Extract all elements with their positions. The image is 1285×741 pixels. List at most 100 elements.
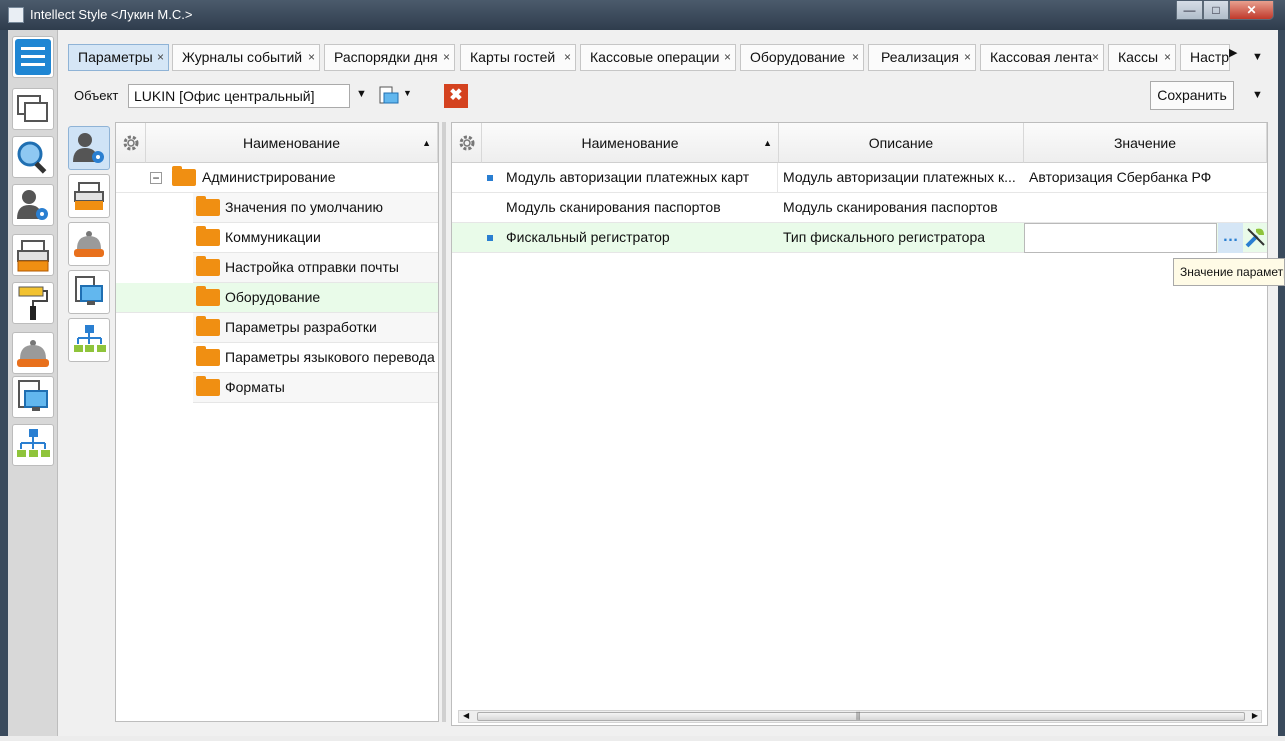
wrench-icon [1245,228,1265,248]
menu-icon [15,39,51,75]
tab-close-icon[interactable]: × [1164,45,1171,70]
tree-item[interactable]: Параметры разработки [193,313,438,343]
monitor-icon [18,380,48,411]
nav-user-settings[interactable] [12,184,54,226]
tab-close-icon[interactable]: × [564,45,571,70]
monitor-icon [379,86,399,104]
column-description-header[interactable]: Описание [779,123,1024,163]
object-dropdown-arrow[interactable]: ▼ [356,88,367,100]
scrollbar-thumb[interactable]: ⫼ [477,711,1245,721]
tree-item[interactable]: Значения по умолчанию [193,193,438,223]
tree-settings-header[interactable] [116,123,146,163]
menu-button[interactable] [12,36,54,78]
tabs-menu-dropdown[interactable]: ▼ [1252,51,1263,63]
paint-roller-icon [18,286,48,320]
save-menu-dropdown[interactable]: ▼ [1252,89,1263,101]
maximize-button[interactable]: □ [1203,1,1229,20]
folder-icon [196,316,220,336]
sort-asc-icon: ▲ [422,138,431,148]
tab-event-logs[interactable]: Журналы событий × [172,44,320,71]
tab-cash-operations[interactable]: Кассовые операции × [580,44,736,71]
nav-monitor[interactable] [12,376,54,418]
sort-asc-icon: ▲ [763,138,772,148]
wrench-button[interactable] [1244,225,1268,252]
collapse-icon[interactable]: − [150,172,162,184]
tab-settings[interactable]: Настр [1180,44,1230,71]
table-row[interactable]: Модуль авторизации платежных карт Модуль… [452,163,1267,193]
scroll-right-icon[interactable]: ▶ [1252,711,1258,720]
tree-item[interactable]: Настройка отправки почты [193,253,438,283]
category-sidebar [66,124,112,724]
tab-close-icon[interactable]: × [964,45,971,70]
service-bell-icon [17,340,49,367]
minimize-button[interactable]: — [1176,1,1203,20]
tree-node-root[interactable]: − Администрирование [116,163,438,193]
tab-cash-desks[interactable]: Кассы × [1108,44,1176,71]
monitor-icon [75,276,103,305]
tab-close-icon[interactable]: × [1092,45,1099,70]
tab-parameters[interactable]: Параметры × [68,44,169,71]
search-icon [17,141,47,174]
tab-close-icon[interactable]: × [308,45,315,70]
grid-settings-header[interactable] [452,123,482,163]
category-hierarchy[interactable] [68,318,110,362]
user-settings-icon [17,190,48,220]
row-marker-icon [487,235,493,241]
tabs-scroll-right-icon[interactable]: ▶ [1229,46,1237,59]
grip-icon: ⫼ [856,711,861,721]
tab-sales[interactable]: Реализация × [868,44,976,71]
table-row-selected[interactable]: Фискальный регистратор Тип фискального р… [452,223,1267,253]
close-window-button[interactable]: ✕ [1229,1,1274,20]
object-label: Объект [74,88,119,103]
parameters-grid: Наименование ▲ Описание Значение Модуль … [451,122,1268,726]
tab-cash-tape[interactable]: Кассовая лента × [980,44,1104,71]
object-picker-dropdown[interactable]: ▼ [403,88,412,98]
row-marker-icon [487,175,493,181]
nav-search[interactable] [12,136,54,178]
tree-item-selected[interactable]: Оборудование [116,283,438,313]
folder-icon [196,226,220,246]
tree-item[interactable]: Форматы [193,373,438,403]
table-row[interactable]: Модуль сканирования паспортов Модуль ска… [452,193,1267,223]
category-monitor[interactable] [68,270,110,314]
value-ellipsis-button[interactable]: … [1218,223,1243,253]
value-editor-input[interactable] [1024,223,1217,253]
tree-item[interactable]: Коммуникации [193,223,438,253]
panel-splitter[interactable] [442,122,446,722]
folder-icon [196,286,220,306]
tab-close-icon[interactable]: × [852,45,859,70]
tree-name-header[interactable]: Наименование ▲ [146,123,438,163]
object-picker-button[interactable] [378,85,400,110]
tree-node-label: Администрирование [202,169,336,185]
hierarchy-icon [74,325,106,352]
save-button[interactable]: Сохранить [1150,81,1234,110]
nav-bell[interactable] [12,332,54,374]
column-name-header[interactable]: Наименование ▲ [482,123,779,163]
folder-icon [196,376,220,396]
column-value-header[interactable]: Значение [1024,123,1267,163]
category-bell[interactable] [68,222,110,266]
tab-close-icon[interactable]: × [724,45,731,70]
app-icon [8,7,24,23]
tab-guest-cards[interactable]: Карты гостей × [460,44,576,71]
windows-icon [17,95,48,122]
nav-cash-register[interactable] [12,234,54,276]
settings-tree: Наименование ▲ − Администрирование Значе… [115,122,439,722]
gear-icon [123,135,138,151]
horizontal-scrollbar[interactable]: ◀ ⫼ ▶ [458,710,1262,723]
hierarchy-icon [17,429,50,457]
tree-item[interactable]: Параметры языкового перевода [193,343,438,373]
tab-close-icon[interactable]: × [157,45,164,70]
category-cash-register[interactable] [68,174,110,218]
tab-close-icon[interactable]: × [443,45,450,70]
user-settings-icon [73,133,104,163]
tab-schedules[interactable]: Распорядки дня × [324,44,455,71]
nav-hierarchy[interactable] [12,424,54,466]
tab-equipment[interactable]: Оборудование × [740,44,864,71]
clear-object-button[interactable]: ✖ [444,84,468,108]
scroll-left-icon[interactable]: ◀ [463,711,469,720]
object-combobox[interactable]: LUKIN [Офис центральный] [128,84,350,108]
nav-paint[interactable] [12,282,54,324]
category-user-settings[interactable] [68,126,110,170]
nav-windows[interactable] [12,88,54,130]
